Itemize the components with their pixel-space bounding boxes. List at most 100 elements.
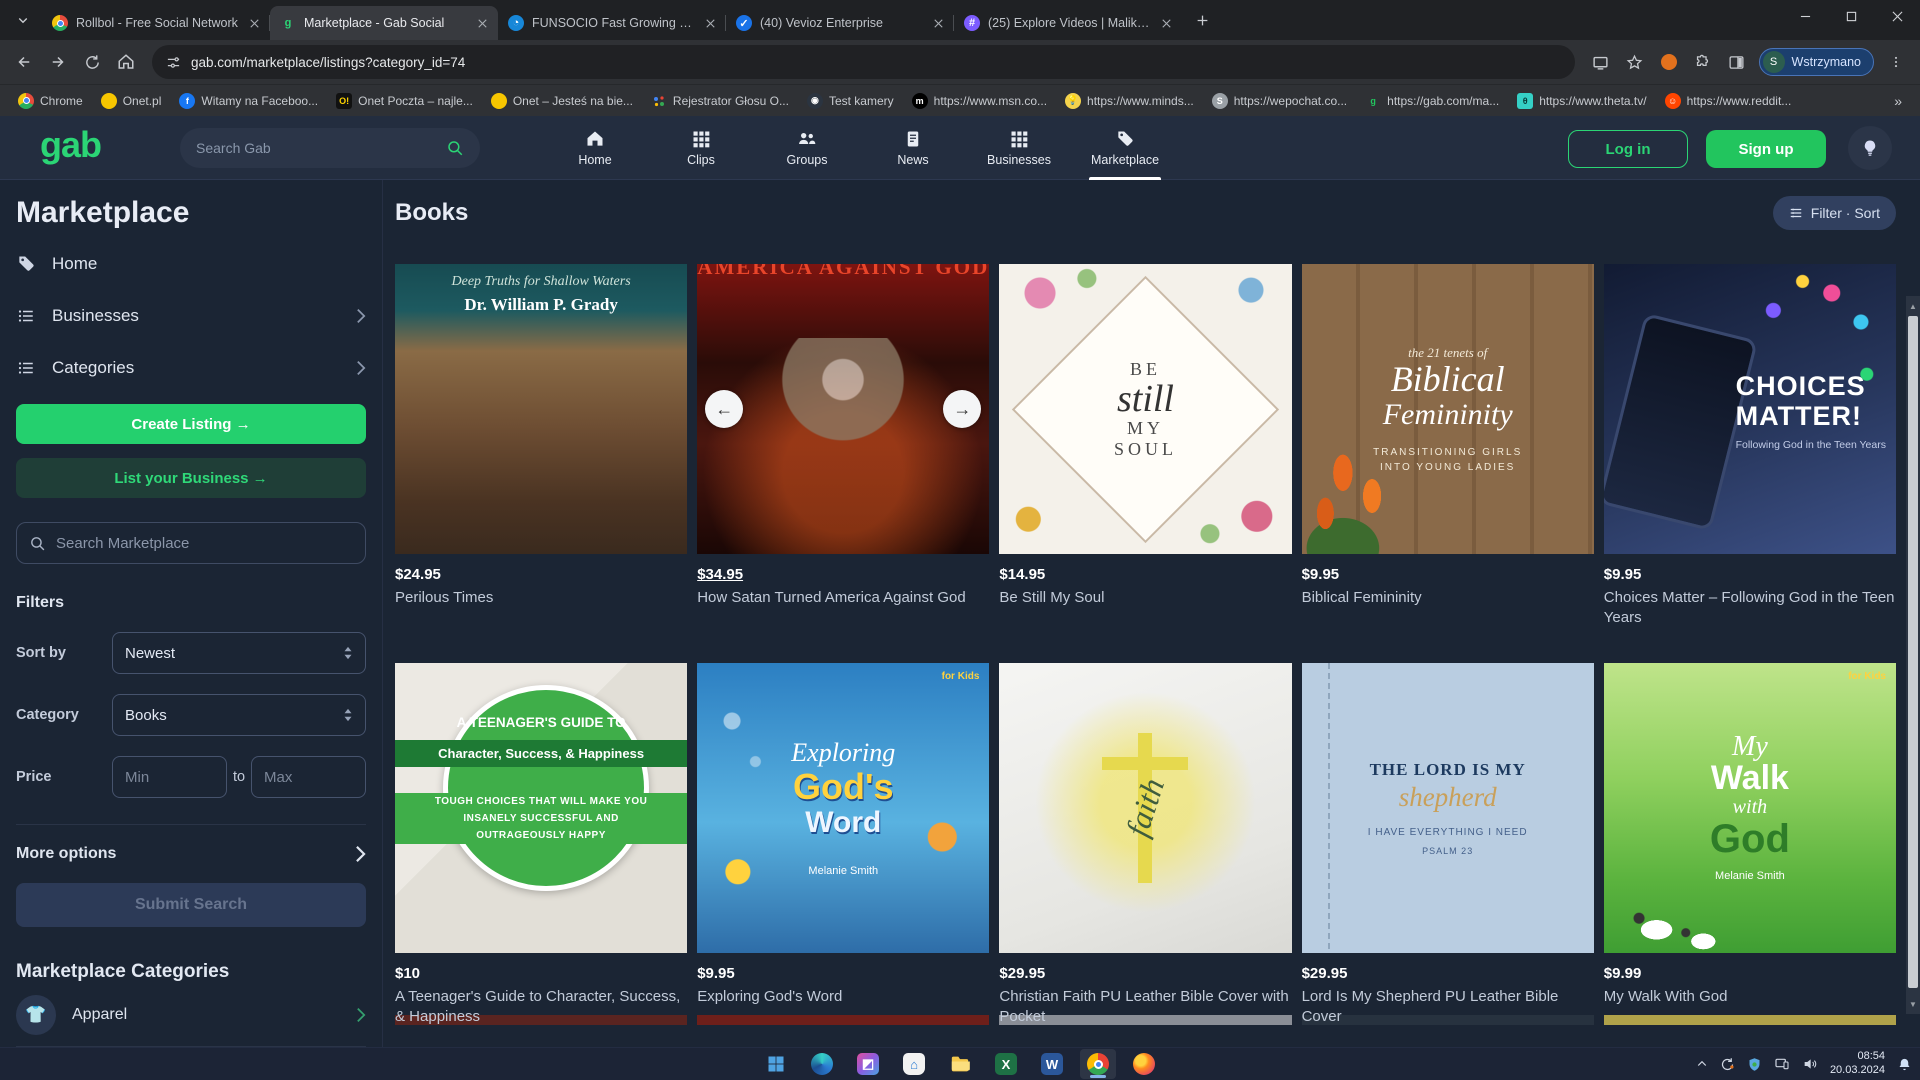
taskbar-excel-button[interactable]: X	[988, 1049, 1024, 1079]
sync-icon[interactable]	[1720, 1057, 1735, 1072]
marketplace-search[interactable]	[16, 522, 366, 564]
product-card-1[interactable]: Deep Truths for Shallow WatersDr. Willia…	[395, 264, 687, 629]
bookmark-item-5[interactable]: Onet – Jesteś na bie...	[483, 88, 641, 114]
security-shield-icon[interactable]	[1747, 1057, 1762, 1072]
tab-close-button[interactable]	[702, 15, 718, 31]
product-price[interactable]: $24.95	[395, 566, 687, 583]
browser-tab-1[interactable]: Rollbol - Free Social Network	[42, 6, 270, 40]
gab-search[interactable]	[180, 128, 480, 168]
product-price[interactable]: $14.95	[999, 566, 1291, 583]
tab-close-button[interactable]	[474, 15, 490, 31]
extensions-button[interactable]	[1687, 46, 1719, 78]
product-title[interactable]: Perilous Times	[395, 588, 687, 628]
gab-nav-clips[interactable]: Clips	[663, 116, 739, 180]
taskbar-word-button[interactable]: W	[1034, 1049, 1070, 1079]
carousel-next-button[interactable]: →	[943, 390, 981, 428]
carousel-prev-button[interactable]: ←	[705, 390, 743, 428]
product-card-9[interactable]: THE LORD IS MYshepherdI HAVE EVERYTHING …	[1302, 663, 1594, 1028]
product-price[interactable]: $29.95	[999, 965, 1291, 982]
taskbar-firefox-button[interactable]	[1126, 1049, 1162, 1079]
taskbar-photos-button[interactable]: ◩	[850, 1049, 886, 1079]
product-title[interactable]: Lord Is My Shepherd PU Leather Bible Cov…	[1302, 987, 1594, 1028]
bookmark-item-11[interactable]: ghttps://gab.com/ma...	[1357, 88, 1507, 114]
product-price[interactable]: $9.95	[1302, 566, 1594, 583]
bookmark-item-2[interactable]: Onet.pl	[93, 88, 170, 114]
bookmark-item-12[interactable]: θhttps://www.theta.tv/	[1509, 88, 1654, 114]
bookmark-item-3[interactable]: fWitamy na Faceboo...	[171, 88, 326, 114]
bookmark-item-13[interactable]: ☺https://www.reddit...	[1657, 88, 1800, 114]
gab-logo[interactable]: gab	[40, 124, 101, 166]
product-image[interactable]: BEstillMYSOUL	[999, 264, 1291, 554]
product-price[interactable]: $29.95	[1302, 965, 1594, 982]
product-card-3[interactable]: BEstillMYSOUL $14.95 Be Still My Soul	[999, 264, 1291, 629]
product-title[interactable]: Be Still My Soul	[999, 588, 1291, 628]
product-title[interactable]: Exploring God's Word	[697, 987, 989, 1027]
profile-chip[interactable]: S Wstrzymano	[1759, 48, 1874, 76]
taskbar-chrome-button[interactable]	[1080, 1049, 1116, 1079]
product-title[interactable]: How Satan Turned America Against God	[697, 588, 989, 628]
bookmark-item-1[interactable]: Chrome	[10, 88, 91, 114]
product-price[interactable]: $9.95	[697, 965, 989, 982]
product-card-2[interactable]: AMERICA AGAINST GOD←→$34.95How Satan Tur…	[697, 264, 989, 629]
bookmark-item-9[interactable]: 💡https://www.minds...	[1057, 88, 1202, 114]
tray-chevron-up-icon[interactable]	[1696, 1058, 1708, 1070]
bookmark-item-8[interactable]: mhttps://www.msn.co...	[904, 88, 1055, 114]
browser-tab-2[interactable]: gMarketplace - Gab Social	[270, 6, 498, 40]
gab-search-input[interactable]	[196, 140, 436, 156]
bookmark-item-4[interactable]: O!Onet Poczta – najle...	[328, 88, 481, 114]
taskbar-store-button[interactable]: ⌂	[896, 1049, 932, 1079]
reload-button[interactable]	[76, 46, 108, 78]
login-button[interactable]: Log in	[1568, 130, 1688, 168]
bookmark-item-6[interactable]: Rejestrator Głosu O...	[643, 88, 797, 114]
product-title[interactable]: Christian Faith PU Leather Bible Cover w…	[999, 987, 1291, 1028]
page-scrollbar[interactable]: ▲ ▼	[1906, 296, 1920, 1014]
signup-button[interactable]: Sign up	[1706, 130, 1826, 168]
side-panel-button[interactable]	[1721, 46, 1753, 78]
taskbar-explorer-button[interactable]	[942, 1049, 978, 1079]
close-window-button[interactable]	[1874, 0, 1920, 32]
product-card-6[interactable]: A TEENAGER'S GUIDE TOCharacter, Success,…	[395, 663, 687, 1028]
product-price[interactable]: $9.99	[1604, 965, 1896, 982]
tab-close-button[interactable]	[246, 15, 262, 31]
home-button[interactable]	[110, 46, 142, 78]
forward-button[interactable]	[42, 46, 74, 78]
gab-nav-groups[interactable]: Groups	[769, 116, 845, 180]
gab-nav-businesses[interactable]: Businesses	[981, 116, 1057, 180]
category-item-apparel[interactable]: 👕Apparel	[16, 983, 366, 1047]
filter-sort-button[interactable]: Filter · Sort	[1773, 196, 1896, 230]
bookmarks-overflow-button[interactable]: »	[1886, 93, 1910, 109]
product-image[interactable]: the 21 tenets ofBiblicalFemininityTRANSI…	[1302, 264, 1594, 554]
bookmark-star-button[interactable]	[1619, 46, 1651, 78]
product-card-8[interactable]: faith$29.95Christian Faith PU Leather Bi…	[999, 663, 1291, 1028]
browser-menu-button[interactable]	[1880, 46, 1912, 78]
bookmark-item-7[interactable]: ◉Test kamery	[799, 88, 902, 114]
product-image[interactable]: ExploringGod'sWordMelanie Smithfor Kids	[697, 663, 989, 953]
product-card-10[interactable]: MyWalkwithGodMelanie Smithfor Kids $9.99 M…	[1604, 663, 1896, 1028]
gab-nav-home[interactable]: Home	[557, 116, 633, 180]
back-button[interactable]	[8, 46, 40, 78]
tab-search-button[interactable]	[8, 5, 38, 35]
bookmark-item-10[interactable]: Shttps://wepochat.co...	[1204, 88, 1355, 114]
product-price[interactable]: $10	[395, 965, 687, 982]
product-image[interactable]: AMERICA AGAINST GOD←→	[697, 264, 989, 554]
cast-icon-button[interactable]	[1585, 46, 1617, 78]
sidebar-item-categories[interactable]: Categories	[16, 342, 366, 394]
scrollbar-thumb[interactable]	[1908, 316, 1918, 988]
address-bar[interactable]: gab.com/marketplace/listings?category_id…	[152, 45, 1575, 79]
product-image[interactable]: A TEENAGER'S GUIDE TOCharacter, Success,…	[395, 663, 687, 953]
browser-tab-5[interactable]: #(25) Explore Videos | Malik Mob	[954, 6, 1182, 40]
tab-close-button[interactable]	[1158, 15, 1174, 31]
product-card-4[interactable]: the 21 tenets ofBiblicalFemininityTRANSI…	[1302, 264, 1594, 629]
gab-nav-news[interactable]: News	[875, 116, 951, 180]
product-price[interactable]: $9.95	[1604, 566, 1896, 583]
product-card-7[interactable]: ExploringGod'sWordMelanie Smithfor Kids $…	[697, 663, 989, 1028]
sort-by-select[interactable]: Newest	[112, 632, 366, 674]
notification-bell-icon[interactable]	[1897, 1057, 1912, 1072]
marketplace-search-input[interactable]	[56, 535, 353, 552]
price-min-input[interactable]	[112, 756, 227, 798]
device-icon[interactable]	[1774, 1056, 1790, 1072]
product-image[interactable]: THE LORD IS MYshepherdI HAVE EVERYTHING …	[1302, 663, 1594, 953]
product-title[interactable]: My Walk With God	[1604, 987, 1896, 1027]
product-image[interactable]: MyWalkwithGodMelanie Smithfor Kids	[1604, 663, 1896, 953]
category-select[interactable]: Books	[112, 694, 366, 736]
